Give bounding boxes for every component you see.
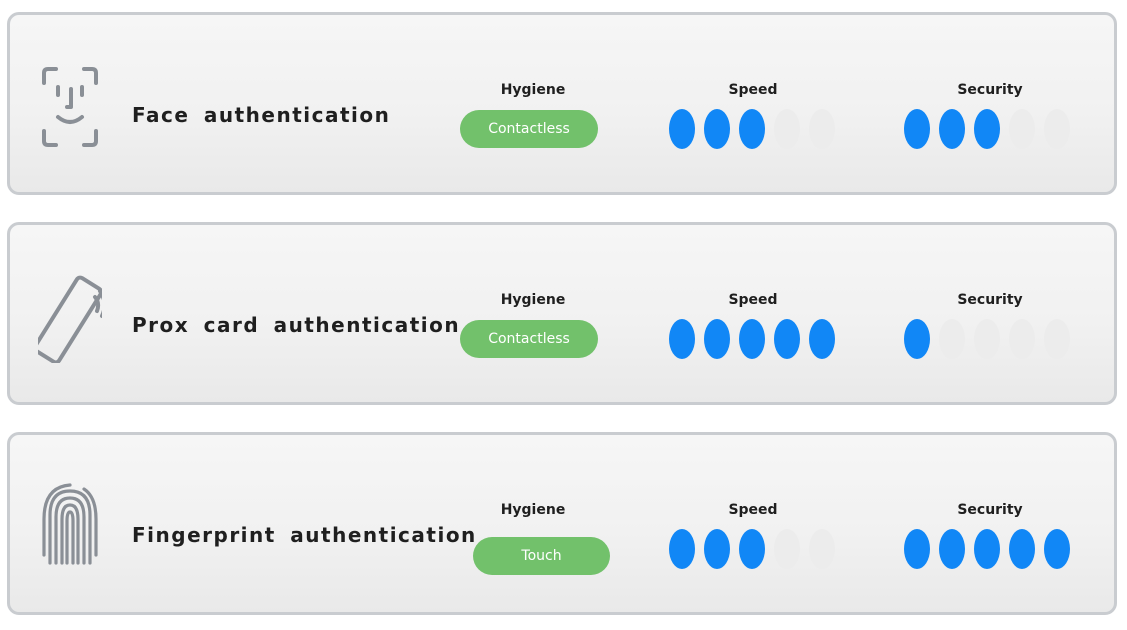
rating-dot-filled [904, 529, 930, 569]
fingerprint-icon [38, 483, 102, 573]
rating-dot-filled [669, 319, 695, 359]
rating-dot-filled [939, 529, 965, 569]
face-scan-icon [38, 63, 102, 153]
rating-dot-filled [669, 109, 695, 149]
rating-dot-empty [939, 319, 965, 359]
speed-label: Speed [728, 502, 778, 518]
rating-dot-filled [904, 319, 930, 359]
rating-dot-filled [774, 319, 800, 359]
hygiene-badge: Contactless [460, 110, 598, 148]
rating-dot-empty [774, 109, 800, 149]
method-title: Fingerprint authentication [132, 523, 477, 547]
rating-dot-filled [739, 529, 765, 569]
rating-dot-filled [974, 529, 1000, 569]
rating-dot-empty [809, 529, 835, 569]
rating-dot-filled [739, 319, 765, 359]
rating-dot-filled [669, 529, 695, 569]
hygiene-label: Hygiene [500, 502, 566, 518]
rating-dot-filled [809, 319, 835, 359]
hygiene-badge: Contactless [460, 320, 598, 358]
rating-dot-empty [1044, 319, 1070, 359]
rating-dot-empty [1044, 109, 1070, 149]
security-label: Security [957, 502, 1023, 518]
rating-dot-filled [904, 109, 930, 149]
rating-dot-filled [1044, 529, 1070, 569]
rating-dot-filled [704, 319, 730, 359]
security-rating [904, 319, 1070, 359]
rating-dot-filled [1009, 529, 1035, 569]
method-card-fingerprint: Fingerprint authentication Hygiene Speed… [7, 432, 1117, 615]
rating-dot-filled [704, 529, 730, 569]
method-card-prox: Prox card authentication Hygiene Speed S… [7, 222, 1117, 405]
rating-dot-empty [1009, 319, 1035, 359]
hygiene-label: Hygiene [500, 292, 566, 308]
rating-dot-filled [939, 109, 965, 149]
rating-dot-empty [1009, 109, 1035, 149]
hygiene-badge: Touch [473, 537, 610, 575]
security-rating [904, 109, 1070, 149]
rating-dot-empty [774, 529, 800, 569]
security-rating [904, 529, 1070, 569]
rating-dot-filled [704, 109, 730, 149]
speed-label: Speed [728, 292, 778, 308]
method-title: Face authentication [132, 103, 391, 127]
speed-rating [669, 109, 835, 149]
rating-dot-filled [974, 109, 1000, 149]
prox-card-icon [38, 273, 102, 363]
rating-dot-empty [809, 109, 835, 149]
speed-rating [669, 319, 835, 359]
method-card-face: Face authentication Hygiene Speed Securi… [7, 12, 1117, 195]
rating-dot-empty [974, 319, 1000, 359]
rating-dot-filled [739, 109, 765, 149]
method-title: Prox card authentication [132, 313, 461, 337]
security-label: Security [957, 292, 1023, 308]
speed-label: Speed [728, 82, 778, 98]
speed-rating [669, 529, 835, 569]
security-label: Security [957, 82, 1023, 98]
hygiene-label: Hygiene [500, 82, 566, 98]
